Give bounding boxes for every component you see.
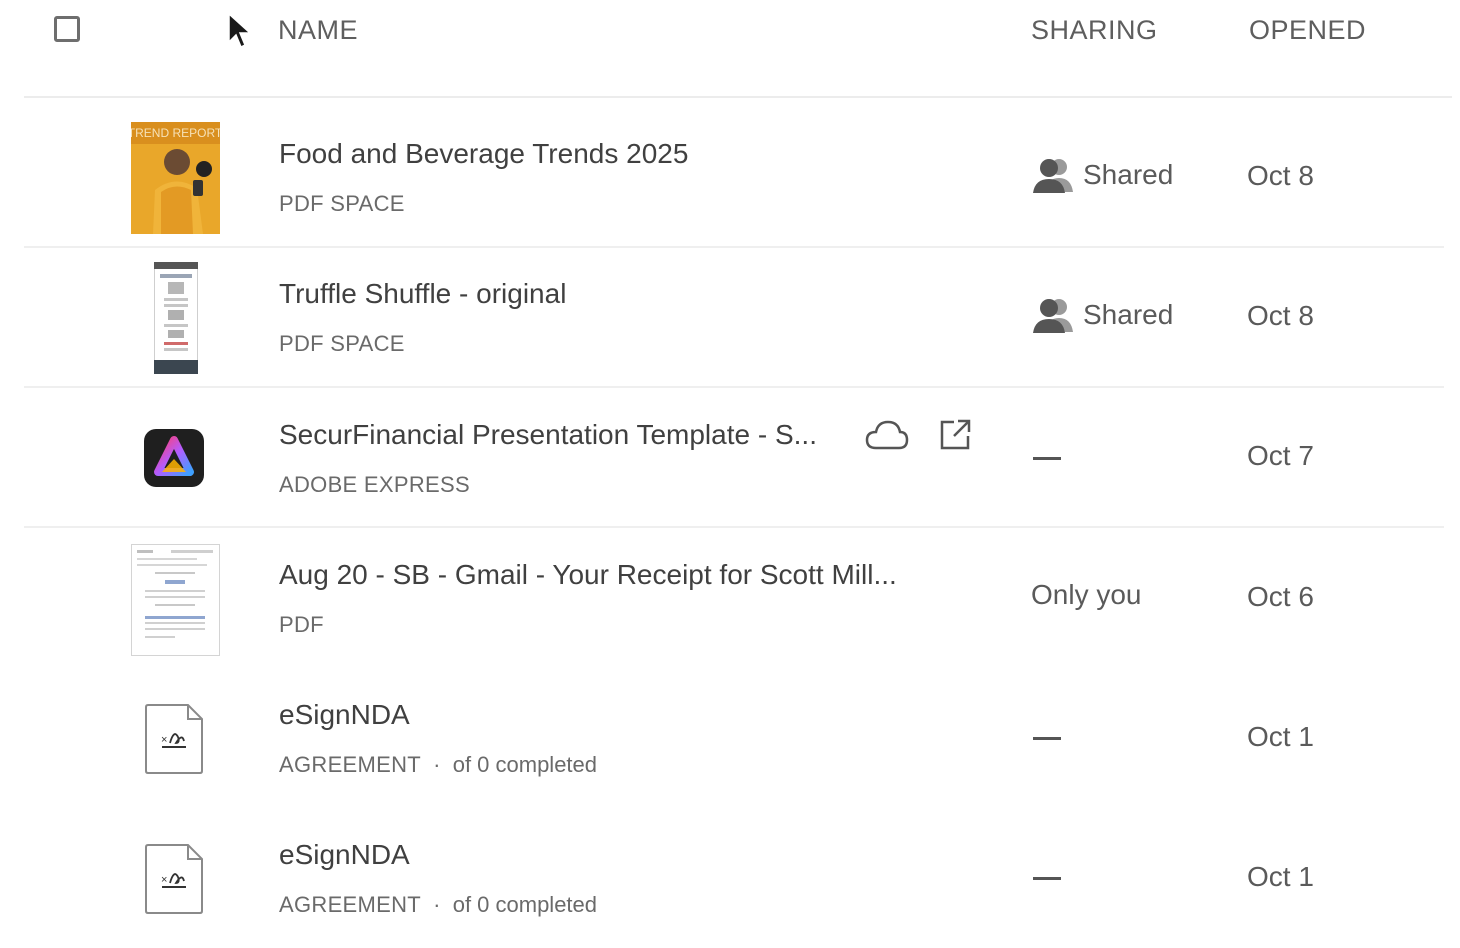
sharing-status: Only you <box>1031 579 1142 611</box>
file-row[interactable]: Truffle Shuffle - original PDF SPACE Sha… <box>0 248 1460 388</box>
esign-x-glyph: × <box>161 734 167 746</box>
select-all-checkbox[interactable] <box>54 16 80 42</box>
column-header-sharing[interactable]: SHARING <box>1031 15 1158 46</box>
separator-dot: · <box>433 752 441 777</box>
agreement-type: AGREEMENT <box>279 752 422 777</box>
sharing-label: Only you <box>1031 579 1142 610</box>
document-long-thumbnail <box>154 262 198 374</box>
opened-date: Oct 1 <box>1247 861 1314 892</box>
file-row[interactable]: TREND REPORT Food and Beverage Trends 20… <box>0 108 1460 248</box>
file-title[interactable]: SecurFinancial Presentation Template - S… <box>279 419 817 451</box>
sharing-label: Shared <box>1083 299 1174 330</box>
column-header-name[interactable]: NAME <box>278 15 358 46</box>
file-title[interactable]: Truffle Shuffle - original <box>279 278 566 310</box>
svg-text:TREND REPORT: TREND REPORT <box>131 126 220 140</box>
sharing-none-dash <box>1033 457 1061 460</box>
magazine-cover-thumbnail: TREND REPORT <box>131 122 220 234</box>
file-row[interactable]: × eSignNDA AGREEMENT · of 0 completed Oct … <box>0 808 1460 948</box>
opened-date: Oct 6 <box>1247 581 1314 612</box>
file-row[interactable]: × eSignNDA AGREEMENT · of 0 completed Oct … <box>0 668 1460 808</box>
file-title[interactable]: Food and Beverage Trends 2025 <box>279 138 688 170</box>
sharing-none-dash <box>1033 737 1061 740</box>
opened-date: Oct 1 <box>1247 721 1314 752</box>
file-type-label: ADOBE EXPRESS <box>279 472 470 497</box>
file-title[interactable]: eSignNDA <box>279 699 410 731</box>
completion-status: of 0 completed <box>452 892 598 917</box>
table-header: NAME SHARING OPENED <box>0 0 1460 96</box>
separator-dot: · <box>433 892 441 917</box>
completion-status: of 0 completed <box>452 752 598 777</box>
opened-date: Oct 8 <box>1247 300 1314 331</box>
file-row[interactable]: Aug 20 - SB - Gmail - Your Receipt for S… <box>0 528 1460 668</box>
file-title[interactable]: Aug 20 - SB - Gmail - Your Receipt for S… <box>279 559 897 591</box>
open-external-icon[interactable] <box>938 418 972 452</box>
shared-users-icon <box>1033 299 1073 333</box>
file-type-label: AGREEMENT · of 0 completed <box>279 752 597 778</box>
opened-date: Oct 8 <box>1247 160 1314 191</box>
opened-date: Oct 7 <box>1247 440 1314 471</box>
esign-agreement-icon: × <box>145 704 203 774</box>
receipt-document-thumbnail <box>131 544 220 656</box>
esign-agreement-icon: × <box>145 844 203 914</box>
file-type-label: AGREEMENT · of 0 completed <box>279 892 597 918</box>
file-type-label: PDF SPACE <box>279 191 405 216</box>
sharing-none-dash <box>1033 877 1061 880</box>
sharing-status: Shared <box>1031 156 1173 194</box>
file-row[interactable]: SecurFinancial Presentation Template - S… <box>0 388 1460 528</box>
file-type-label: PDF <box>279 612 324 637</box>
header-divider <box>24 96 1452 98</box>
shared-users-icon <box>1033 159 1073 193</box>
cloud-icon[interactable] <box>864 418 910 452</box>
sharing-label: Shared <box>1083 159 1174 190</box>
esign-x-glyph: × <box>161 874 167 886</box>
agreement-type: AGREEMENT <box>279 892 422 917</box>
column-header-opened[interactable]: OPENED <box>1249 15 1366 46</box>
adobe-express-icon <box>144 429 204 487</box>
file-type-label: PDF SPACE <box>279 331 405 356</box>
sharing-status: Shared <box>1031 296 1173 334</box>
mouse-pointer-icon <box>228 12 252 49</box>
file-title[interactable]: eSignNDA <box>279 839 410 871</box>
